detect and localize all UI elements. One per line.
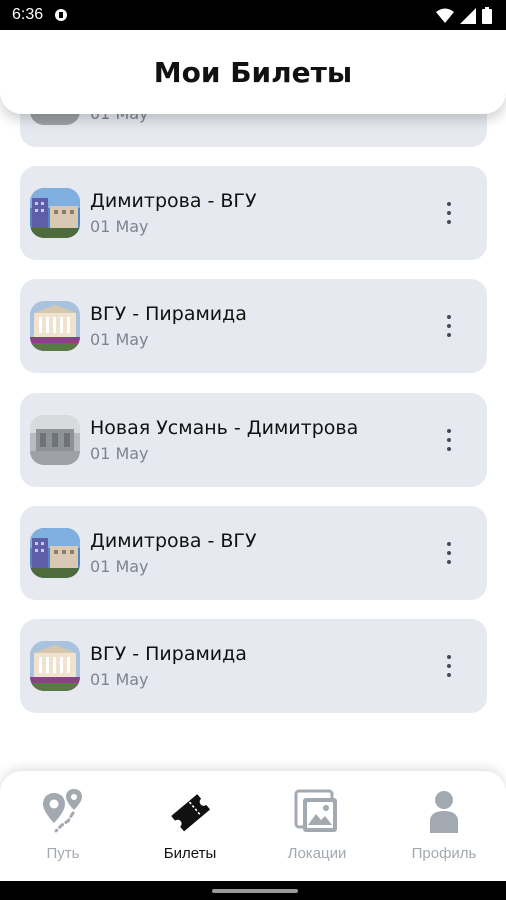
more-options-icon[interactable] — [439, 427, 459, 453]
home-indicator[interactable] — [212, 889, 298, 893]
ticket-thumbnail — [30, 414, 80, 465]
ticket-thumbnail — [30, 527, 80, 578]
ticket-card[interactable]: Димитрова - ВГУ 01 May — [20, 505, 487, 600]
battery-icon — [482, 7, 492, 24]
page-title: Мои Билеты — [153, 55, 353, 89]
ticket-thumbnail — [30, 188, 80, 239]
status-bar: 6:36 — [0, 0, 506, 30]
ticket-card[interactable]: Новая Усмань - Димитрова 01 May — [20, 392, 487, 487]
route-pin-icon — [43, 789, 82, 833]
ticket-route-title: Димитрова - ВГУ — [90, 190, 257, 213]
more-options-icon[interactable] — [439, 313, 459, 339]
ticket-route-title: ВГУ - Пирамида — [90, 643, 247, 665]
ticket-card[interactable]: Димитрова - ВГУ 01 May — [20, 166, 487, 261]
nav-item-locations[interactable]: Локации — [262, 787, 372, 867]
ticket-route-title: Новая Усмань - Димитрова — [90, 416, 359, 439]
ticket-icon — [171, 794, 211, 832]
notification-icon — [55, 9, 67, 21]
more-options-icon[interactable] — [439, 540, 459, 566]
ticket-card[interactable]: ВГУ - Пирамида 01 May — [20, 279, 487, 374]
nav-item-route[interactable]: Путь — [8, 787, 118, 867]
ticket-date: 01 May — [90, 670, 149, 689]
ticket-card[interactable]: ВГУ - Пирамида 01 May — [20, 619, 487, 713]
more-options-icon[interactable] — [439, 653, 459, 679]
bottom-nav: Путь Билеты Локации Профиль — [0, 771, 506, 881]
gallery-icon — [294, 789, 337, 832]
nav-label-profile: Профиль — [411, 845, 477, 862]
person-icon — [430, 791, 458, 833]
ticket-thumbnail — [30, 641, 80, 691]
ticket-date: 01 May — [90, 217, 149, 237]
nav-label-tickets: Билеты — [163, 845, 217, 862]
ticket-thumbnail — [30, 301, 80, 352]
ticket-route-title: ВГУ - Пирамида — [90, 303, 247, 326]
screen: 6:36 Мои Билеты 01 May Димитрова - ВГУ 01 … — [0, 0, 506, 900]
nav-item-tickets[interactable]: Билеты — [135, 787, 245, 867]
signal-icon — [460, 7, 476, 24]
wifi-icon — [436, 8, 454, 23]
status-time: 6:36 — [12, 6, 44, 23]
system-home-bar — [0, 881, 506, 900]
nav-item-profile[interactable]: Профиль — [389, 787, 499, 867]
ticket-date: 01 May — [90, 556, 149, 576]
nav-label-route: Путь — [46, 845, 80, 862]
ticket-route-title: Димитрова - ВГУ — [90, 529, 257, 552]
ticket-date: 01 May — [90, 330, 149, 350]
more-options-icon[interactable] — [439, 200, 459, 226]
ticket-date: 01 May — [90, 443, 149, 463]
app-header: Мои Билеты — [0, 30, 506, 114]
nav-label-locations: Локации — [287, 845, 347, 862]
status-icons — [436, 7, 492, 24]
